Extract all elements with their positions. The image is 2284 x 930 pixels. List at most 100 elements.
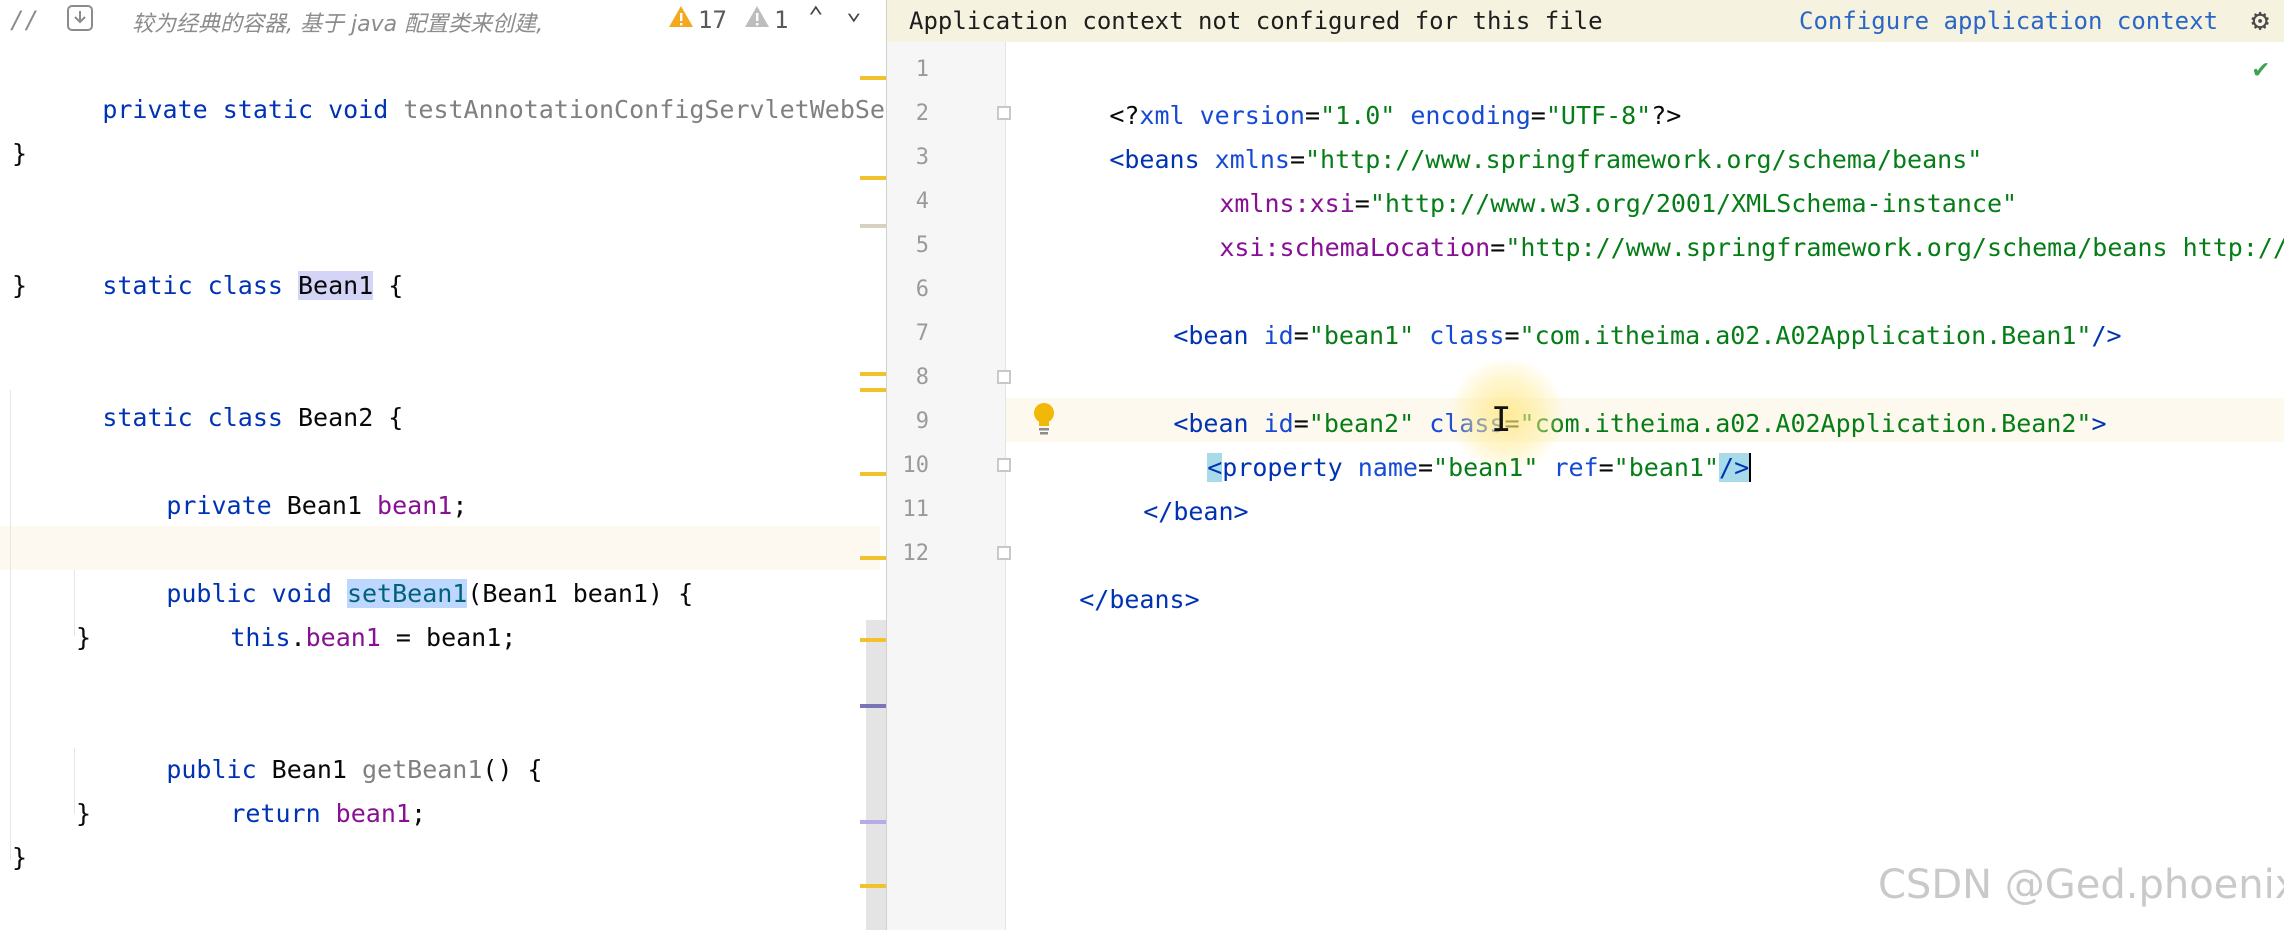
code-token: private <box>166 491 287 520</box>
code-line: } <box>12 271 28 300</box>
code-token: Bean1 <box>286 491 378 520</box>
editor-inline-toolbar: // 较为经典的容器, 基于 java 配置类来创建, 17 1 ⌃ ⌄ <box>0 0 886 42</box>
warning-marker[interactable] <box>860 884 886 888</box>
code-line: <property name="bean1" ref="bean1"/> <box>1147 402 1752 482</box>
code-token: xsi:schemaLocation <box>1219 233 1491 262</box>
watermark: CSDN @Ged.phoenix <box>1878 862 2284 908</box>
info-marker[interactable] <box>860 224 886 228</box>
line-number-gutter[interactable]: 1 2 3 4 5 6 7 8 9 10 11 12 <box>887 42 1011 930</box>
line-number: 5 <box>915 233 929 258</box>
code-token: ref <box>1538 453 1599 482</box>
code-token: "com.itheima.a02.A02Application.Bean1" <box>1519 321 2092 350</box>
code-line: } <box>76 623 92 652</box>
code-line: </beans> <box>1019 534 1199 614</box>
xml-editor-pane[interactable]: Application context not configured for t… <box>886 0 2284 930</box>
code-line: static class Bean2 { <box>12 352 872 432</box>
code-line: return bean1; <box>140 748 886 828</box>
warning-marker[interactable] <box>860 372 886 376</box>
context-banner: Application context not configured for t… <box>887 0 2284 42</box>
warning-marker[interactable] <box>860 638 886 642</box>
code-token: id <box>1263 321 1294 350</box>
fold-marker[interactable] <box>997 370 1011 384</box>
comment-text: 较为经典的容器, 基于 java 配置类来创建, <box>132 12 544 37</box>
code-line: public Bean1 getBean1() { <box>76 704 886 784</box>
fold-marker[interactable] <box>997 458 1011 472</box>
code-line: } <box>76 799 92 828</box>
code-line: private static void testAnnotationConfig… <box>12 44 886 124</box>
code-token: "http://www.springframework.org/schema/b… <box>1505 233 2284 262</box>
code-line: </bean> <box>1083 446 1248 526</box>
line-number: 8 <box>915 365 929 390</box>
usage-marker[interactable] <box>860 820 886 824</box>
code-line: } <box>12 843 28 872</box>
chevron-down-icon[interactable]: ⌄ <box>846 0 862 26</box>
usage-marker[interactable] <box>860 704 886 708</box>
code-token: "bean1" <box>1308 321 1415 350</box>
line-number: 6 <box>915 277 929 302</box>
indent-guide <box>10 390 11 860</box>
warning-icon[interactable] <box>668 4 694 36</box>
code-token: "bean1" <box>1433 453 1539 482</box>
fold-marker[interactable] <box>997 546 1011 560</box>
code-token: Bean2 { <box>297 403 404 432</box>
java-editor-pane[interactable]: // 较为经典的容器, 基于 java 配置类来创建, 17 1 ⌃ ⌄ pri… <box>0 0 886 930</box>
code-token: = <box>1417 453 1434 482</box>
line-number: 2 <box>915 101 929 126</box>
code-token: = <box>1490 233 1506 262</box>
text-cursor-icon: I <box>1491 400 1512 440</box>
chevron-up-icon[interactable]: ⌃ <box>808 2 824 32</box>
code-token: name <box>1357 453 1418 482</box>
line-number: 11 <box>902 497 930 522</box>
warning-marker[interactable] <box>860 176 886 180</box>
line-number: 3 <box>915 145 929 170</box>
gear-icon[interactable]: ⚙ <box>2251 4 2269 38</box>
code-token: private static void <box>102 95 404 124</box>
code-token: <bean <box>1173 321 1264 350</box>
code-token: static class <box>102 403 298 432</box>
download-icon[interactable] <box>66 4 94 38</box>
code-line: static class Bean1 { <box>12 220 872 300</box>
banner-message: Application context not configured for t… <box>909 7 1603 35</box>
check-icon: ✔ <box>2253 54 2269 84</box>
code-line: xmlns:xsi="http://www.w3.org/2001/XMLSch… <box>1129 138 2017 218</box>
fold-marker[interactable] <box>997 106 1011 120</box>
indent-guide <box>74 570 75 636</box>
code-token: "bean1" <box>1613 453 1720 482</box>
code-token: testAnnotationConfigServletWebServe <box>403 95 886 124</box>
comment-prefix: // <box>10 6 39 34</box>
warning-marker[interactable] <box>860 556 886 560</box>
code-token: /> <box>1719 453 1750 482</box>
lightbulb-icon[interactable] <box>1031 402 1057 436</box>
code-token: ; <box>452 491 468 520</box>
line-number: 4 <box>915 189 929 214</box>
line-number: 7 <box>915 321 929 346</box>
line-number: 9 <box>915 409 929 434</box>
code-line: xsi:schemaLocation="http://www.springfra… <box>1129 182 2284 262</box>
weak-warnings-count[interactable]: 1 <box>774 6 788 34</box>
warning-marker[interactable] <box>860 76 886 80</box>
code-token: > <box>2091 409 2107 438</box>
indent-guide <box>74 748 75 814</box>
code-line: } <box>12 139 28 168</box>
warning-marker[interactable] <box>860 472 886 476</box>
line-number: 1 <box>915 57 929 82</box>
weak-warning-icon[interactable] <box>744 4 770 36</box>
code-token: = <box>1293 321 1309 350</box>
code-token: = <box>1504 321 1520 350</box>
code-token: = <box>1598 453 1614 482</box>
code-line: <bean id="bean2" class="com.itheima.a02.… <box>1083 358 2106 438</box>
line-number: 10 <box>902 453 930 478</box>
code-token: class <box>1414 321 1505 350</box>
code-line: this.bean1 = bean1; <box>140 572 886 652</box>
code-line: private Bean1 bean1; <box>76 440 886 520</box>
warnings-count[interactable]: 17 <box>698 6 727 34</box>
warning-marker[interactable] <box>860 388 886 392</box>
line-number: 12 <box>902 541 930 566</box>
text-caret <box>1749 453 1752 482</box>
error-stripe[interactable] <box>860 42 886 930</box>
field-bean1: bean1 <box>377 491 453 520</box>
code-token: </bean> <box>1143 497 1249 526</box>
code-line: public void setBean1(Bean1 bean1) { <box>76 528 886 608</box>
configure-context-link[interactable]: Configure application context <box>1799 0 2218 42</box>
code-line: <?xml version="1.0" encoding="UTF-8"?> <box>1019 50 1681 130</box>
